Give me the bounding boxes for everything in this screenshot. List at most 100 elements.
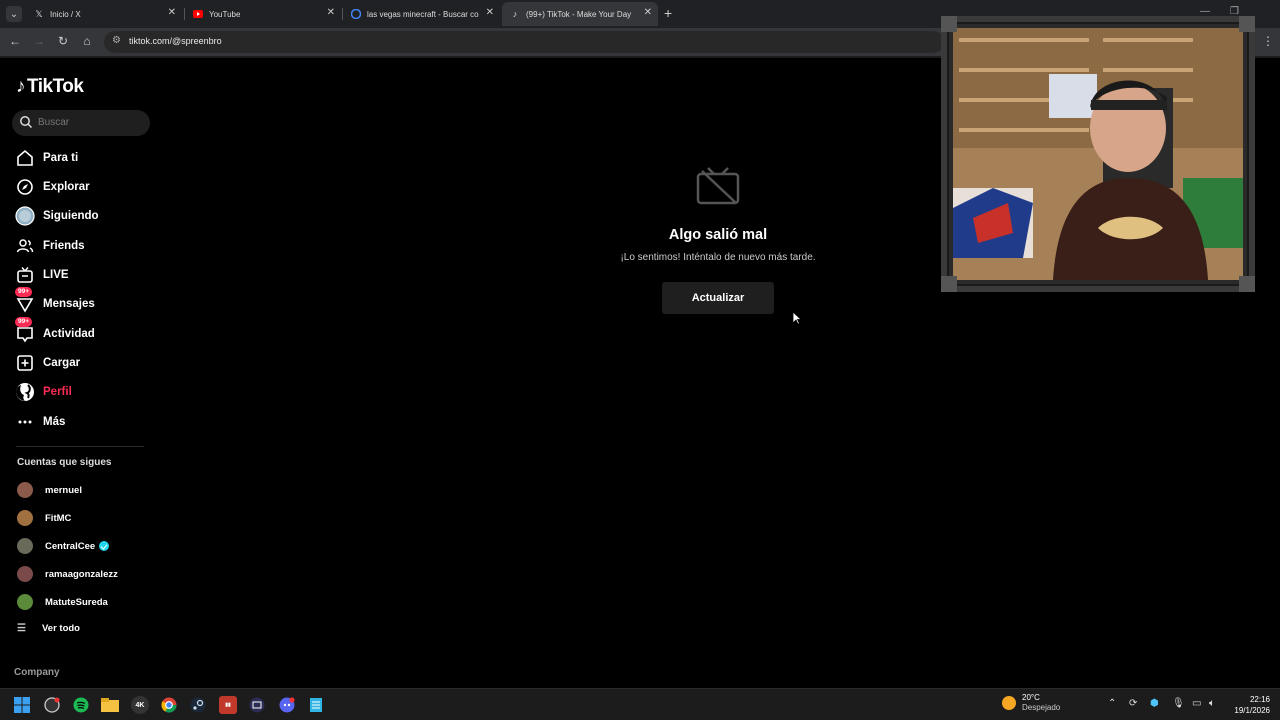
verified-icon	[99, 541, 110, 551]
tab-title: YouTube	[209, 9, 241, 19]
search-input[interactable]: Buscar	[12, 110, 150, 136]
streamdeck-icon[interactable]	[248, 696, 266, 714]
shield-icon[interactable]: ⬢	[1150, 698, 1159, 709]
avatar	[17, 538, 33, 554]
x-logo-icon: 𝕏	[35, 8, 43, 19]
nav-live[interactable]: LIVE	[15, 263, 69, 287]
webcam-overlay	[941, 16, 1255, 292]
weather-widget[interactable]: 20°C Despejado	[1002, 693, 1060, 713]
browser-tab-google[interactable]: las vegas minecraft - Buscar co ✕	[343, 2, 500, 26]
avatar	[17, 566, 33, 582]
compass-icon	[15, 177, 35, 197]
friends-icon	[15, 236, 35, 256]
messages-icon: 99+	[15, 287, 35, 314]
upload-icon	[15, 353, 35, 373]
4k-app-icon[interactable]: 4K	[131, 696, 149, 714]
tab-title: las vegas minecraft - Buscar co	[367, 9, 479, 19]
back-icon[interactable]: ←	[7, 34, 23, 48]
following-name: MatuteSureda	[45, 596, 108, 608]
list-icon: ☰	[17, 623, 26, 634]
nav-para-ti[interactable]: Para ti	[15, 146, 78, 170]
following-item[interactable]: FitMC	[17, 509, 71, 527]
voicemod-icon[interactable]: ▮▮	[219, 696, 237, 714]
spotify-icon[interactable]	[72, 696, 90, 714]
tab-title: Inicio / X	[50, 9, 81, 19]
weather-sun-icon	[1002, 696, 1016, 710]
address-bar[interactable]: ⚙ tiktok.com/@spreenbro	[104, 31, 944, 53]
following-item[interactable]: mernuel	[17, 481, 82, 499]
windows-start-icon[interactable]	[13, 696, 31, 714]
close-icon[interactable]: ✕	[486, 7, 494, 18]
browser-tab-youtube[interactable]: YouTube ✕	[185, 2, 341, 26]
home-icon[interactable]: ⌂	[79, 34, 95, 48]
nav-cargar[interactable]: Cargar	[15, 351, 80, 375]
nav-label: Perfil	[43, 386, 72, 398]
refresh-button[interactable]: Actualizar	[662, 282, 774, 314]
following-item[interactable]: ramaagonzalezz	[17, 565, 118, 583]
browser-tab-x[interactable]: 𝕏 Inicio / X ✕	[26, 2, 182, 26]
close-icon[interactable]: ✕	[644, 7, 652, 18]
following-item[interactable]: MatuteSureda	[17, 593, 108, 611]
more-icon	[15, 412, 35, 432]
search-icon	[19, 115, 33, 134]
activity-badge: 99+	[15, 317, 33, 327]
tiktok-icon: ♪	[512, 9, 518, 19]
logo-text: TikTok	[27, 76, 84, 97]
nav-actividad[interactable]: 99+ Actividad	[15, 317, 95, 346]
frame-corner	[1239, 16, 1255, 32]
following-item[interactable]: CentralCee	[17, 537, 110, 555]
nav-label: Siguiendo	[43, 210, 99, 222]
file-explorer-icon[interactable]	[101, 696, 119, 714]
reload-icon[interactable]: ↻	[55, 34, 71, 48]
network-icon[interactable]: ▭	[1192, 698, 1201, 709]
sidebar-divider	[16, 446, 144, 447]
view-all-label: Ver todo	[41, 623, 80, 634]
google-icon	[351, 9, 361, 19]
frame-corner	[941, 16, 957, 32]
close-icon[interactable]: ✕	[168, 7, 176, 18]
nav-friends[interactable]: Friends	[15, 234, 85, 258]
browser-tab-tiktok[interactable]: ♪ (99+) TikTok - Make Your Day ✕	[502, 2, 658, 26]
notepad-icon[interactable]	[307, 696, 325, 714]
home-icon	[15, 148, 35, 168]
windows-taskbar: 4K ▮▮ 20°C Despejado ⌃ ⟳ ⬢ 🎙︎ ▭ 🔈︎ 22:16…	[0, 688, 1280, 720]
company-link[interactable]: Company	[14, 667, 60, 678]
tab-title: (99+) TikTok - Make Your Day	[526, 9, 632, 19]
sync-icon[interactable]: ⟳	[1129, 698, 1137, 709]
volume-icon[interactable]: 🔈︎	[1209, 698, 1215, 709]
nav-label: Cargar	[43, 357, 81, 369]
tab-search-button[interactable]: ⌄	[6, 6, 22, 22]
messages-badge: 99+	[15, 287, 33, 297]
nav-label: Para ti	[43, 152, 79, 164]
steam-icon[interactable]	[189, 696, 207, 714]
following-icon	[15, 206, 35, 226]
new-tab-button[interactable]: +	[664, 5, 672, 21]
site-info-icon[interactable]: ⚙	[112, 35, 121, 46]
weather-temp: 20°C	[1022, 693, 1040, 702]
error-title: Algo salió mal	[668, 227, 768, 243]
show-hidden-icons-icon[interactable]: ⌃	[1108, 698, 1116, 709]
chrome-icon[interactable]	[160, 696, 178, 714]
nav-label: Friends	[43, 240, 85, 252]
webcam-feed	[953, 28, 1243, 280]
frame-corner	[1239, 276, 1255, 292]
discord-icon[interactable]	[278, 696, 296, 714]
tiktok-logo[interactable]: ♪ TikTok	[16, 76, 84, 98]
profile-icon	[15, 382, 35, 402]
nav-mas[interactable]: Más	[15, 410, 65, 434]
nav-perfil[interactable]: Perfil	[15, 380, 72, 404]
nav-siguiendo[interactable]: Siguiendo	[15, 204, 99, 228]
nav-explorar[interactable]: Explorar	[15, 175, 90, 199]
following-name: ramaagonzalezz	[45, 568, 118, 580]
microphone-icon[interactable]: 🎙︎	[1172, 698, 1185, 709]
forward-icon[interactable]: →	[31, 34, 47, 48]
obs-icon[interactable]	[43, 696, 61, 714]
nav-label: LIVE	[43, 269, 69, 281]
url-text: tiktok.com/@spreenbro	[129, 36, 222, 46]
close-icon[interactable]: ✕	[327, 7, 335, 18]
nav-mensajes[interactable]: 99+ Mensajes	[15, 287, 95, 316]
browser-menu-icon[interactable]: ⋮	[1262, 34, 1274, 48]
live-icon	[15, 265, 35, 285]
system-clock[interactable]: 22:16 19/1/2026	[1222, 694, 1270, 716]
view-all-link[interactable]: ☰ Ver todo	[17, 623, 80, 634]
